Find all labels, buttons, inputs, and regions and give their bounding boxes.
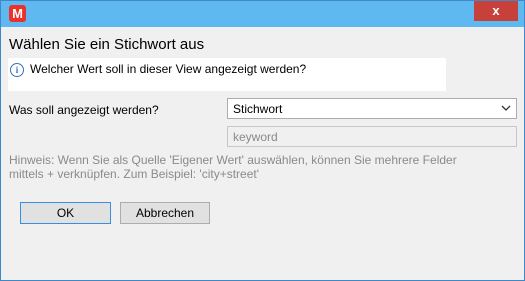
hint-line: mittels + verknüpfen. Zum Beispiel: 'cit… [9, 167, 260, 181]
display-field-label: Was soll angezeigt werden? [9, 103, 159, 117]
display-field-select[interactable]: Stichwort [227, 98, 517, 119]
app-icon: M [9, 5, 26, 22]
hint-text: Hinweis: Wenn Sie als Quelle 'Eigener We… [9, 153, 479, 181]
keyword-input[interactable] [227, 126, 517, 147]
ok-button[interactable]: OK [20, 202, 111, 224]
dialog-window: M x Wählen Sie ein Stichwort aus i Welch… [0, 0, 525, 281]
dialog-title: Wählen Sie ein Stichwort aus [9, 36, 205, 53]
close-button[interactable]: x [474, 1, 518, 21]
cancel-button[interactable]: Abbrechen [120, 202, 210, 224]
hint-line: Hinweis: Wenn Sie als Quelle 'Eigener We… [9, 153, 457, 167]
chevron-down-icon [501, 105, 511, 111]
info-icon: i [10, 63, 24, 77]
info-message-box: i Welcher Wert soll in dieser View angez… [8, 58, 446, 91]
select-value: Stichwort [233, 102, 283, 116]
title-bar[interactable]: M x [1, 1, 524, 27]
info-message: Welcher Wert soll in dieser View angezei… [30, 62, 307, 76]
